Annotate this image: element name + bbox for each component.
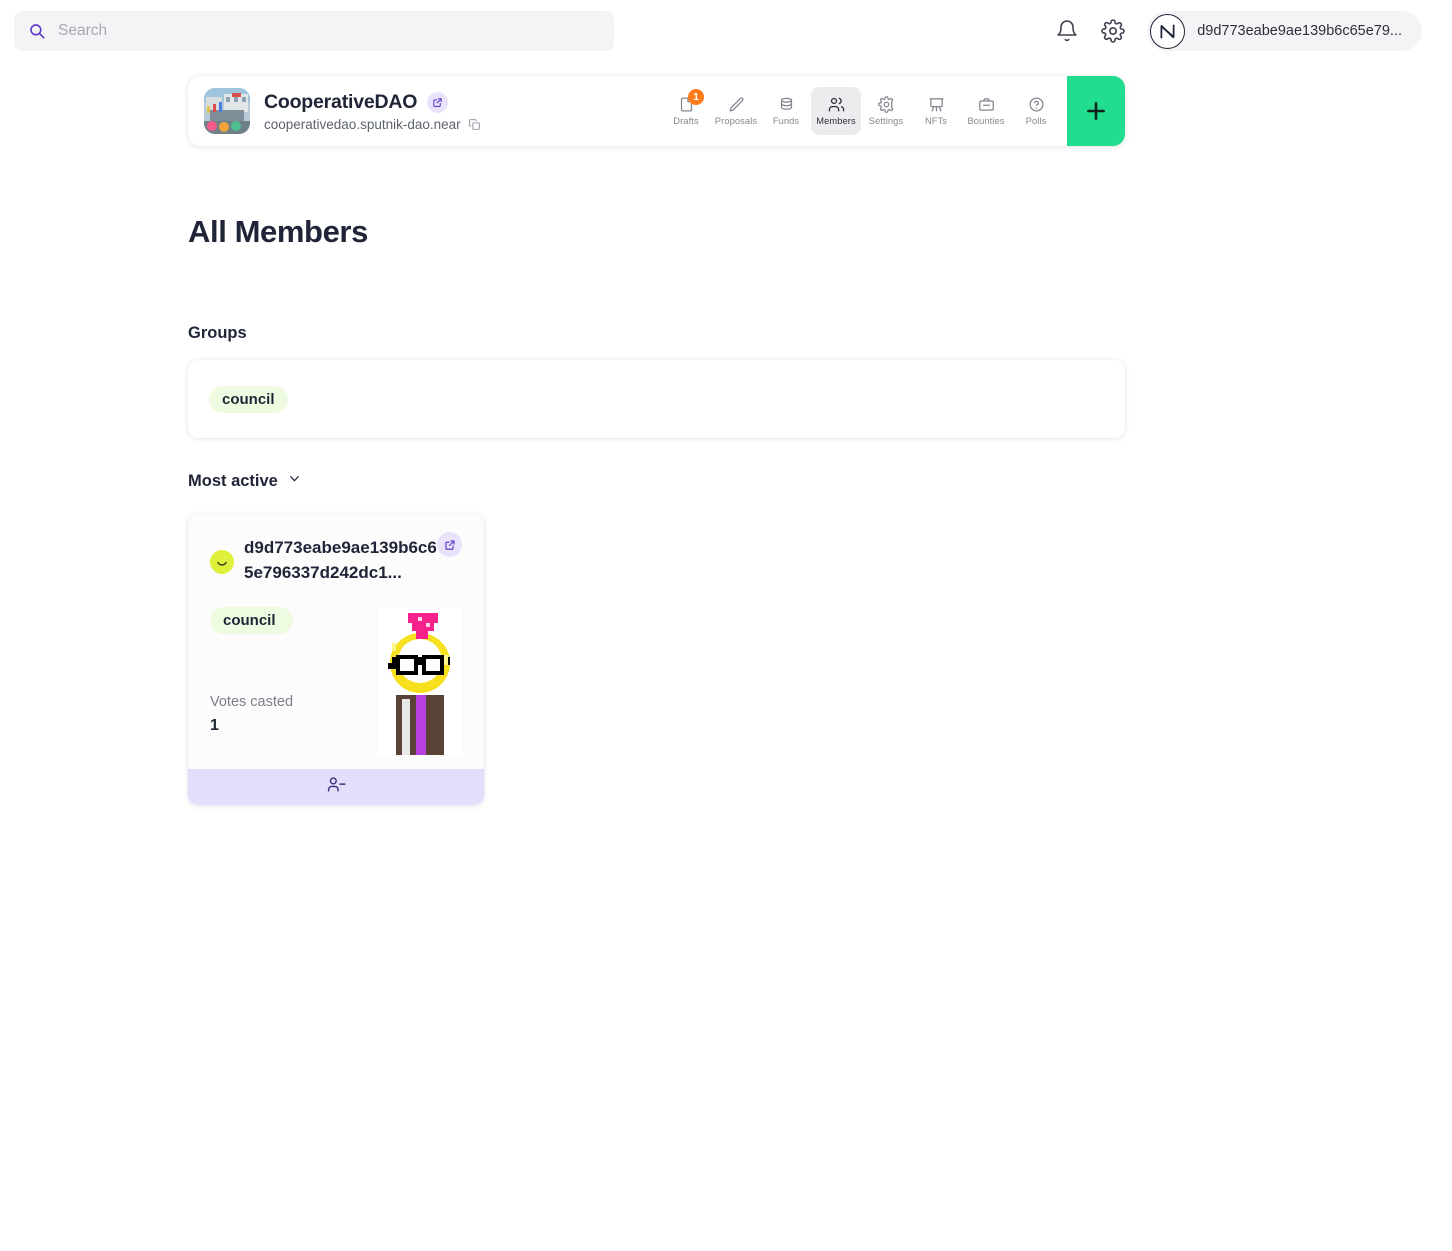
member-account-id: d9d773eabe9ae139b6c65e796337d242dc1... — [244, 538, 437, 582]
member-stats: council Votes casted 1 — [210, 607, 294, 735]
external-link-icon[interactable] — [437, 532, 462, 557]
nav-label: Members — [816, 116, 856, 126]
near-logo-icon — [1150, 13, 1186, 49]
nav-label: Polls — [1025, 116, 1047, 126]
question-circle-icon — [1028, 96, 1045, 113]
votes-casted-value: 1 — [210, 717, 219, 735]
dao-identity: CooperativeDAO cooperativedao.sputnik-da… — [188, 76, 481, 146]
pixel-art-nft — [378, 607, 462, 756]
dao-address-row: cooperativedao.sputnik-dao.near — [264, 117, 481, 132]
gear-icon — [877, 96, 895, 113]
nav-label: Bounties — [967, 116, 1005, 126]
account-pill[interactable]: d9d773eabe9ae139b6c65e79... — [1147, 11, 1422, 51]
search-bar[interactable] — [14, 11, 614, 51]
member-head: d9d773eabe9ae139b6c65e796337d242dc1... — [210, 536, 462, 585]
account-name: d9d773eabe9ae139b6c65e79... — [1197, 23, 1402, 39]
dao-avatar-image — [204, 88, 250, 134]
search-input[interactable] — [58, 22, 600, 40]
members-grid: d9d773eabe9ae139b6c65e796337d242dc1... c… — [188, 514, 1452, 806]
nav-item-funds[interactable]: Funds — [761, 87, 811, 135]
member-body: d9d773eabe9ae139b6c65e796337d242dc1... c… — [188, 514, 484, 769]
dao-meta: CooperativeDAO cooperativedao.sputnik-da… — [264, 91, 481, 132]
member-card: d9d773eabe9ae139b6c65e796337d242dc1... c… — [188, 514, 484, 806]
gear-icon[interactable] — [1101, 19, 1125, 43]
bell-icon[interactable] — [1055, 19, 1079, 43]
nav-item-proposals[interactable]: Proposals — [711, 87, 761, 135]
nav-item-polls[interactable]: Polls — [1011, 87, 1061, 135]
sort-label: Most active — [188, 471, 278, 490]
remove-user-icon — [327, 775, 346, 799]
dao-header-card: CooperativeDAO cooperativedao.sputnik-da… — [188, 76, 1125, 146]
nav-item-bounties[interactable]: Bounties — [961, 87, 1011, 135]
member-group-chip[interactable]: council — [210, 607, 294, 635]
groups-card: council — [188, 360, 1125, 438]
nav-label: Settings — [868, 116, 904, 126]
nav-item-settings[interactable]: Settings — [861, 87, 911, 135]
coins-icon — [778, 96, 795, 113]
dao-nav: Drafts 1 Proposals Funds Members Setting… — [661, 76, 1067, 146]
page-content: CooperativeDAO cooperativedao.sputnik-da… — [0, 76, 1452, 806]
groups-label: Groups — [188, 324, 247, 342]
member-details: council Votes casted 1 — [210, 607, 462, 756]
nav-label: Proposals — [714, 116, 758, 126]
dao-name: CooperativeDAO — [264, 90, 418, 113]
nav-item-nfts[interactable]: NFTs — [911, 87, 961, 135]
dao-title-row: CooperativeDAO — [264, 91, 481, 114]
users-icon — [828, 96, 845, 113]
briefcase-icon — [978, 96, 995, 113]
top-bar-actions: d9d773eabe9ae139b6c65e79... — [1055, 11, 1422, 51]
search-icon — [28, 22, 46, 40]
drafts-badge: 1 — [688, 89, 704, 105]
nav-item-drafts[interactable]: Drafts 1 — [661, 87, 711, 135]
nav-label: Drafts — [673, 116, 699, 126]
nav-label: Funds — [772, 116, 800, 126]
external-link-icon[interactable] — [427, 91, 449, 113]
nav-item-members[interactable]: Members — [811, 87, 861, 135]
easel-icon — [928, 96, 945, 113]
remove-member-button[interactable] — [188, 769, 484, 806]
chevron-down-icon — [287, 471, 302, 491]
page-title: All Members — [188, 214, 368, 249]
dao-address: cooperativedao.sputnik-dao.near — [264, 116, 461, 132]
smiley-avatar — [210, 550, 234, 574]
nav-label: NFTs — [924, 116, 948, 126]
top-bar: d9d773eabe9ae139b6c65e79... — [0, 0, 1452, 62]
group-chip-council[interactable]: council — [209, 385, 288, 413]
copy-icon[interactable] — [468, 118, 481, 131]
sort-dropdown[interactable]: Most active — [188, 471, 302, 491]
add-proposal-button[interactable] — [1067, 76, 1125, 146]
pencil-icon — [728, 96, 745, 113]
votes-casted-label: Votes casted — [210, 694, 294, 711]
